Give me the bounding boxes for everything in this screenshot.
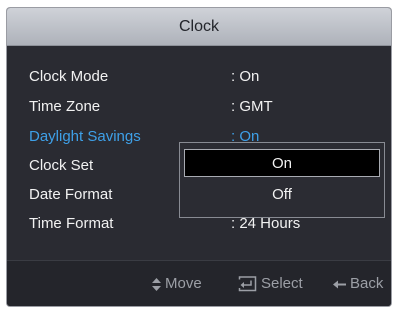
select-hint-label: Select [261, 275, 303, 292]
menu-item-value: : GMT [231, 98, 273, 115]
move-hint: Move [152, 275, 202, 293]
menu-item-label: Time Format [29, 215, 114, 232]
back-hint: Back [333, 275, 383, 293]
left-arrow-icon [333, 280, 346, 289]
clock-settings-dialog: Clock Clock Mode : On Time Zone : GMT Da… [7, 8, 391, 306]
menu-item-label: Clock Mode [29, 68, 109, 85]
dropdown-option-off[interactable]: Off [184, 181, 380, 209]
dialog-title: Clock [7, 8, 391, 46]
back-hint-label: Back [350, 275, 384, 292]
select-hint: Select [238, 275, 303, 293]
move-hint-label: Move [165, 275, 202, 292]
daylight-savings-dropdown: On Off [179, 142, 385, 218]
dropdown-option-on[interactable]: On [184, 149, 380, 177]
menu-item-label: Daylight Savings [29, 128, 141, 145]
menu-item-label: Date Format [29, 186, 113, 203]
button-hint-bar: Move Select Back [7, 260, 391, 306]
menu-item-value: : On [231, 68, 260, 85]
enter-key-icon [238, 276, 257, 292]
menu-item-label: Time Zone [29, 98, 101, 115]
menu-item-label: Clock Set [29, 157, 94, 174]
up-down-arrows-icon [152, 277, 161, 291]
